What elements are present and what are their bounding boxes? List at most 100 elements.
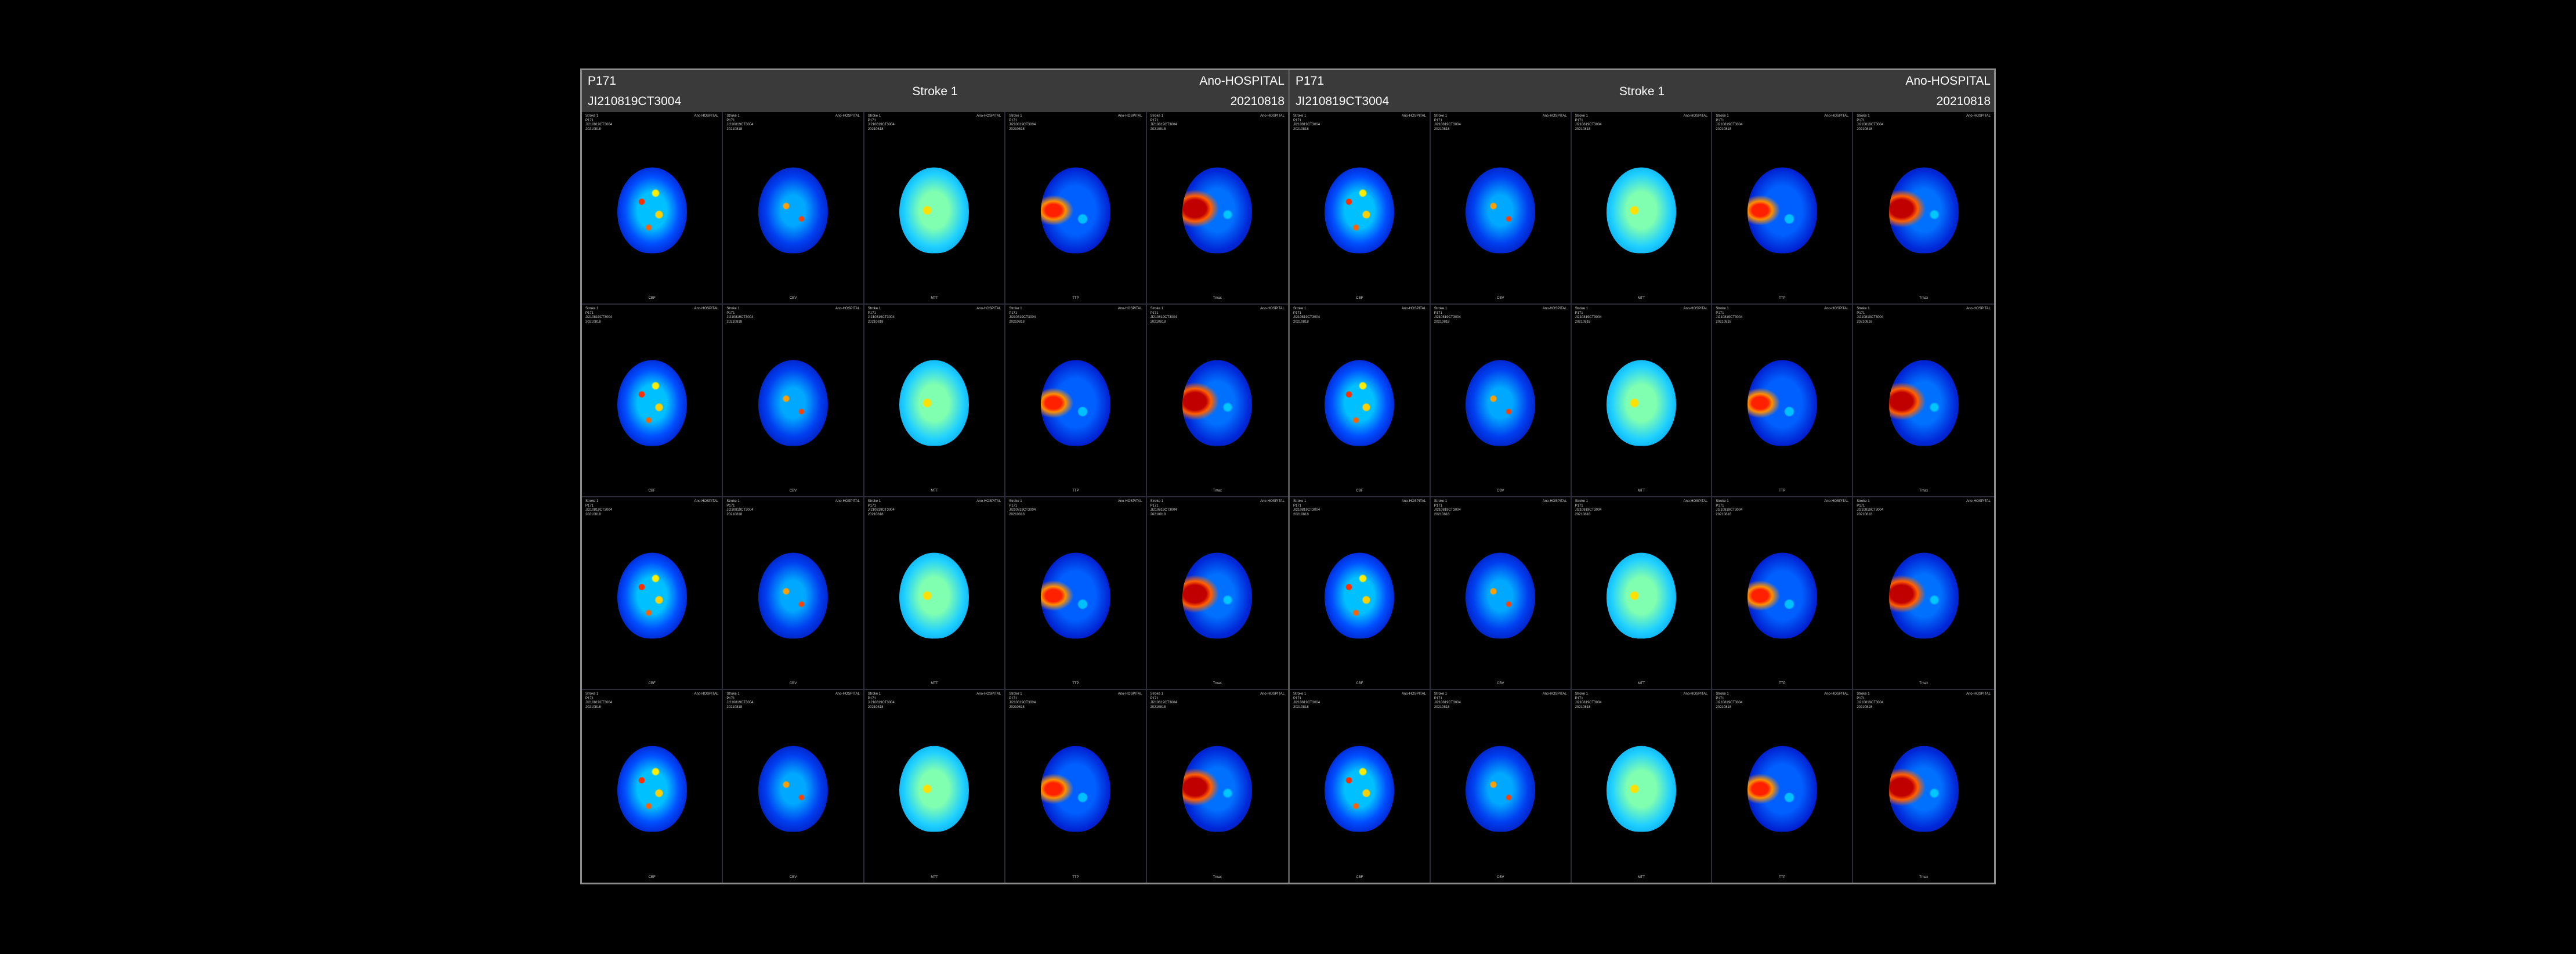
- map-thumbnail-tmax[interactable]: Stroke 1 P171 JI210819CT3004 20210818 Ano…: [1147, 690, 1288, 883]
- thumbnail-hospital-text: Ano-HOSPITAL: [1117, 692, 1142, 696]
- brain-scan-image: [1325, 746, 1395, 832]
- map-thumbnail-ttp[interactable]: Stroke 1 P171 JI210819CT3004 20210818 Ano…: [1005, 690, 1147, 883]
- map-type-label: CBF: [1356, 297, 1363, 300]
- brain-scan-image: [617, 746, 687, 832]
- map-thumbnail-tmax[interactable]: Stroke 1 P171 JI210819CT3004 20210818 Ano…: [1853, 690, 1994, 883]
- thumbnail-hospital-text: Ano-HOSPITAL: [976, 692, 1001, 696]
- thumbnail-hospital-text: Ano-HOSPITAL: [1824, 500, 1849, 503]
- map-thumbnail-cbv[interactable]: Stroke 1 P171 JI210819CT3004 20210818 Ano…: [723, 112, 864, 305]
- map-thumbnail-cbf[interactable]: Stroke 1 P171 JI210819CT3004 20210818 Ano…: [582, 497, 723, 690]
- map-type-label: Tmax: [1213, 489, 1222, 493]
- thumbnail-overlay-text: Stroke 1 P171 JI210819CT3004 20210818: [1575, 692, 1602, 709]
- map-thumbnail-cbf[interactable]: Stroke 1 P171 JI210819CT3004 20210818 Ano…: [1290, 305, 1431, 497]
- panel-header: P171 JI210819CT3004 Stroke 1 Ano-HOSPITA…: [1290, 70, 1994, 112]
- thumbnail-hospital-text: Ano-HOSPITAL: [1824, 692, 1849, 696]
- map-thumbnail-tmax[interactable]: Stroke 1 P171 JI210819CT3004 20210818 Ano…: [1146, 497, 1288, 690]
- map-thumbnail-cbv[interactable]: Stroke 1 P171 JI210819CT3004 20210818 Ano…: [1430, 112, 1572, 305]
- map-type-label: MTT: [931, 489, 938, 493]
- map-type-label: Tmax: [1213, 682, 1222, 685]
- map-thumbnail-mtt[interactable]: Stroke 1 P171 JI210819CT3004 20210818 Ano…: [1572, 690, 1713, 883]
- map-thumbnail-mtt[interactable]: Stroke 1 P171 JI210819CT3004 20210818 Ano…: [864, 690, 1006, 883]
- thumbnail-overlay-text: Stroke 1 P171 JI210819CT3004 20210818: [585, 307, 613, 324]
- brain-scan-image: [1747, 167, 1817, 254]
- brain-scan-image: [1040, 746, 1110, 832]
- thumbnail-overlay-text: Stroke 1 P171 JI210819CT3004 20210818: [1150, 114, 1177, 131]
- map-thumbnail-ttp[interactable]: Stroke 1 P171 JI210819CT3004 20210818 Ano…: [1712, 690, 1854, 883]
- map-type-label: MTT: [1637, 297, 1645, 300]
- map-type-label: CBF: [1356, 876, 1363, 879]
- map-type-label: Tmax: [1919, 297, 1929, 300]
- thumbnail-hospital-text: Ano-HOSPITAL: [1683, 114, 1708, 118]
- thumbnail-hospital-text: Ano-HOSPITAL: [1401, 500, 1426, 503]
- map-type-label: CBV: [789, 489, 797, 493]
- map-type-label: MTT: [931, 682, 938, 685]
- map-type-label: TTP: [1779, 682, 1786, 685]
- map-thumbnail-cbf[interactable]: Stroke 1 P171 JI210819CT3004 20210818 Ano…: [582, 690, 723, 883]
- map-type-label: TTP: [1072, 682, 1079, 685]
- map-thumbnail-cbv[interactable]: Stroke 1 P171 JI210819CT3004 20210818 Ano…: [723, 305, 864, 497]
- thumbnail-overlay-text: Stroke 1 P171 JI210819CT3004 20210818: [1716, 114, 1743, 131]
- map-type-label: CBF: [648, 876, 656, 879]
- brain-scan-image: [1888, 746, 1959, 832]
- map-type-label: TTP: [1072, 297, 1079, 300]
- map-thumbnail-tmax[interactable]: Stroke 1 P171 JI210819CT3004 20210818 Ano…: [1146, 112, 1288, 305]
- brain-scan-image: [758, 746, 828, 832]
- map-thumbnail-mtt[interactable]: Stroke 1 P171 JI210819CT3004 20210818 Ano…: [864, 305, 1006, 497]
- map-thumbnail-cbf[interactable]: Stroke 1 P171 JI210819CT3004 20210818 Ano…: [1290, 497, 1431, 690]
- map-thumbnail-ttp[interactable]: Stroke 1 P171 JI210819CT3004 20210818 Ano…: [1712, 305, 1854, 497]
- thumbnail-hospital-text: Ano-HOSPITAL: [1683, 692, 1708, 696]
- viewer-panel-left[interactable]: P171 JI210819CT3004 Stroke 1 Ano-HOSPITA…: [582, 70, 1288, 883]
- map-thumbnail-ttp[interactable]: Stroke 1 P171 JI210819CT3004 20210818 Ano…: [1005, 497, 1147, 690]
- thumbnail-overlay-text: Stroke 1 P171 JI210819CT3004 20210818: [726, 692, 754, 709]
- map-thumbnail-mtt[interactable]: Stroke 1 P171 JI210819CT3004 20210818 Ano…: [1571, 305, 1713, 497]
- map-thumbnail-cbf[interactable]: Stroke 1 P171 JI210819CT3004 20210818 Ano…: [1290, 112, 1431, 305]
- thumbnail-hospital-text: Ano-HOSPITAL: [694, 307, 719, 310]
- map-thumbnail-tmax[interactable]: Stroke 1 P171 JI210819CT3004 20210818 Ano…: [1853, 497, 1994, 690]
- map-thumbnail-cbv[interactable]: Stroke 1 P171 JI210819CT3004 20210818 Ano…: [1430, 305, 1572, 497]
- map-thumbnail-cbv[interactable]: Stroke 1 P171 JI210819CT3004 20210818 Ano…: [1431, 690, 1572, 883]
- patient-id: P171: [1296, 74, 1325, 88]
- map-thumbnail-mtt[interactable]: Stroke 1 P171 JI210819CT3004 20210818 Ano…: [864, 112, 1006, 305]
- thumbnail-hospital-text: Ano-HOSPITAL: [1683, 307, 1708, 310]
- map-thumbnail-cbv[interactable]: Stroke 1 P171 JI210819CT3004 20210818 Ano…: [723, 497, 864, 690]
- thumbnail-hospital-text: Ano-HOSPITAL: [1260, 307, 1285, 310]
- thumbnail-overlay-text: Stroke 1 P171 JI210819CT3004 20210818: [1857, 692, 1884, 709]
- brain-scan-image: [617, 360, 687, 446]
- brain-scan-image: [758, 167, 828, 254]
- map-thumbnail-cbv[interactable]: Stroke 1 P171 JI210819CT3004 20210818 Ano…: [1430, 497, 1572, 690]
- map-thumbnail-mtt[interactable]: Stroke 1 P171 JI210819CT3004 20210818 Ano…: [1571, 497, 1713, 690]
- map-thumbnail-cbv[interactable]: Stroke 1 P171 JI210819CT3004 20210818 Ano…: [723, 690, 864, 883]
- map-thumbnail-ttp[interactable]: Stroke 1 P171 JI210819CT3004 20210818 Ano…: [1712, 112, 1854, 305]
- thumbnail-overlay-text: Stroke 1 P171 JI210819CT3004 20210818: [1857, 307, 1884, 324]
- brain-scan-image: [1747, 360, 1817, 446]
- map-thumbnail-mtt[interactable]: Stroke 1 P171 JI210819CT3004 20210818 Ano…: [1571, 112, 1713, 305]
- map-thumbnail-tmax[interactable]: Stroke 1 P171 JI210819CT3004 20210818 Ano…: [1146, 305, 1288, 497]
- map-type-label: TTP: [1779, 297, 1786, 300]
- map-thumbnail-ttp[interactable]: Stroke 1 P171 JI210819CT3004 20210818 Ano…: [1712, 497, 1854, 690]
- map-type-label: TTP: [1072, 876, 1079, 879]
- thumbnail-hospital-text: Ano-HOSPITAL: [1542, 114, 1567, 118]
- thumbnail-overlay-text: Stroke 1 P171 JI210819CT3004 20210818: [726, 114, 754, 131]
- study-date: 20210818: [1936, 95, 1991, 108]
- map-thumbnail-ttp[interactable]: Stroke 1 P171 JI210819CT3004 20210818 Ano…: [1005, 112, 1147, 305]
- map-type-label: MTT: [1637, 876, 1645, 879]
- brain-scan-image: [1182, 167, 1253, 254]
- map-type-label: CBF: [1356, 489, 1363, 493]
- thumbnail-hospital-text: Ano-HOSPITAL: [835, 307, 860, 310]
- thumbnail-hospital-text: Ano-HOSPITAL: [1824, 307, 1849, 310]
- map-thumbnail-cbf[interactable]: Stroke 1 P171 JI210819CT3004 20210818 Ano…: [582, 305, 723, 497]
- thumbnail-overlay-text: Stroke 1 P171 JI210819CT3004 20210818: [1857, 500, 1884, 516]
- map-thumbnail-cbf[interactable]: Stroke 1 P171 JI210819CT3004 20210818 Ano…: [582, 112, 723, 305]
- map-thumbnail-tmax[interactable]: Stroke 1 P171 JI210819CT3004 20210818 Ano…: [1853, 305, 1994, 497]
- thumbnail-hospital-text: Ano-HOSPITAL: [1542, 500, 1567, 503]
- brain-scan-image: [1466, 360, 1536, 446]
- brain-scan-image: [1606, 552, 1676, 639]
- map-thumbnail-cbf[interactable]: Stroke 1 P171 JI210819CT3004 20210818 Ano…: [1290, 690, 1431, 883]
- viewer-panel-right[interactable]: P171 JI210819CT3004 Stroke 1 Ano-HOSPITA…: [1288, 70, 1994, 883]
- map-thumbnail-ttp[interactable]: Stroke 1 P171 JI210819CT3004 20210818 Ano…: [1005, 305, 1147, 497]
- brain-scan-image: [1466, 552, 1536, 639]
- map-thumbnail-tmax[interactable]: Stroke 1 P171 JI210819CT3004 20210818 Ano…: [1853, 112, 1994, 305]
- thumbnail-overlay-text: Stroke 1 P171 JI210819CT3004 20210818: [867, 692, 895, 709]
- image-viewer-frame: P171 JI210819CT3004 Stroke 1 Ano-HOSPITA…: [580, 68, 1996, 884]
- map-thumbnail-mtt[interactable]: Stroke 1 P171 JI210819CT3004 20210818 Ano…: [864, 497, 1006, 690]
